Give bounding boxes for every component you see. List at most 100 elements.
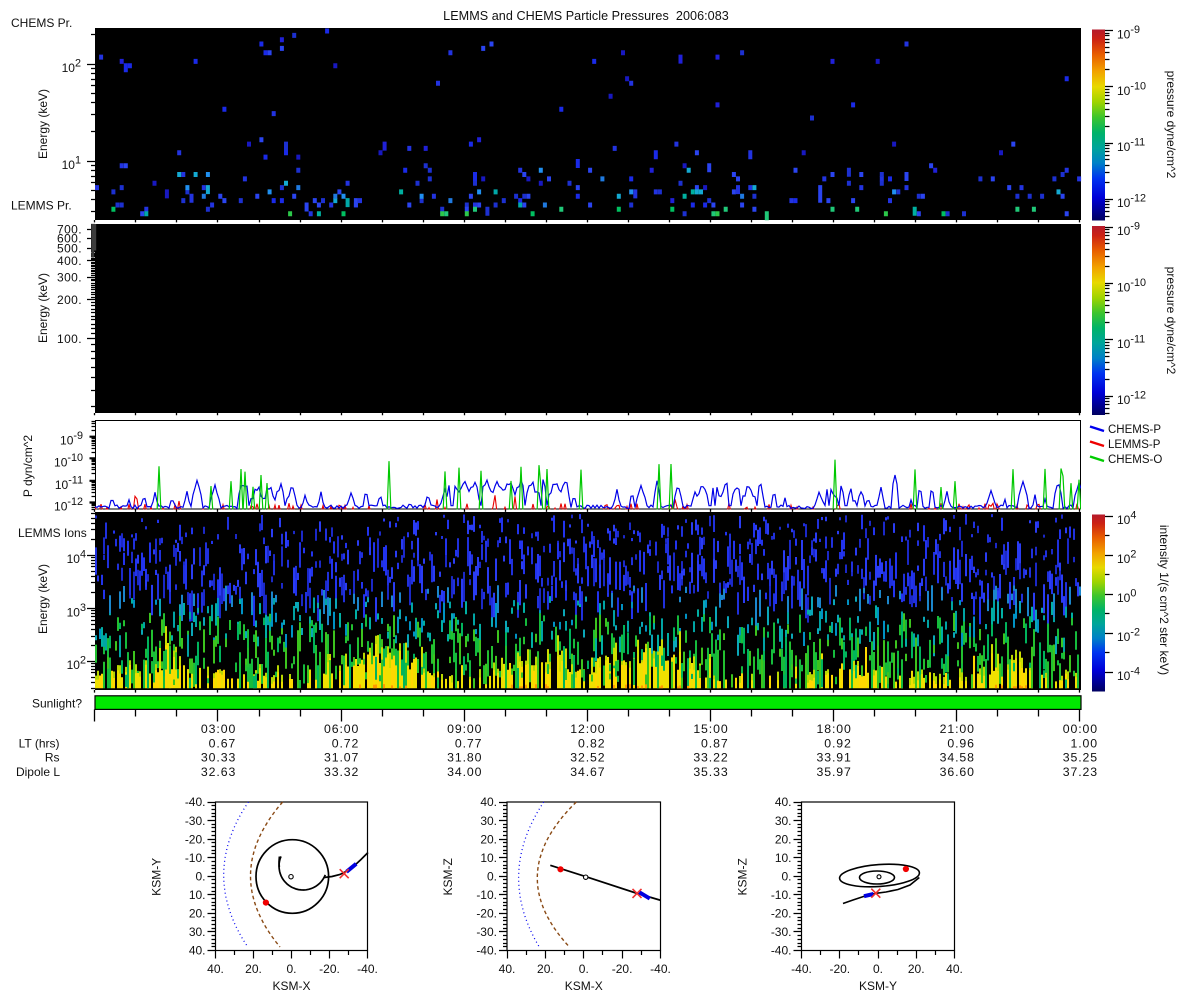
svg-text:15:00: 15:00	[693, 722, 728, 736]
svg-text:10-11: 10-11	[1117, 333, 1145, 351]
svg-text:-40.: -40.	[650, 962, 671, 976]
svg-text:KSM-X: KSM-X	[272, 979, 310, 993]
svg-text:40.: 40.	[775, 795, 792, 809]
svg-text:20.: 20.	[908, 962, 925, 976]
svg-text:-40.: -40.	[771, 944, 792, 958]
svg-text:Sunlight?: Sunlight?	[32, 697, 82, 711]
svg-text:10-12: 10-12	[1117, 193, 1146, 211]
svg-text:-20.: -20.	[829, 962, 850, 976]
svg-text:34.58: 34.58	[940, 751, 975, 765]
svg-text:30.: 30.	[775, 814, 792, 828]
svg-text:400.: 400.	[57, 254, 82, 268]
svg-text:0.: 0.	[286, 962, 296, 976]
svg-text:31.07: 31.07	[324, 751, 359, 765]
svg-text:30.33: 30.33	[201, 751, 236, 765]
svg-text:1.00: 1.00	[1070, 736, 1098, 750]
svg-text:103: 103	[67, 602, 86, 620]
svg-text:200.: 200.	[57, 293, 82, 307]
svg-text:-30.: -30.	[476, 925, 497, 939]
svg-text:40.: 40.	[946, 962, 963, 976]
svg-text:00:00: 00:00	[1063, 722, 1098, 736]
svg-text:10-10: 10-10	[54, 452, 83, 470]
svg-text:-40.: -40.	[185, 795, 206, 809]
svg-text:10-9: 10-9	[1117, 24, 1140, 42]
svg-text:35.97: 35.97	[817, 765, 852, 779]
svg-text:10.: 10.	[775, 851, 792, 865]
svg-text:LEMMS Pr.: LEMMS Pr.	[11, 199, 72, 213]
svg-text:06:00: 06:00	[324, 722, 359, 736]
svg-text:0.87: 0.87	[701, 736, 729, 750]
svg-text:KSM-Z: KSM-Z	[441, 858, 455, 895]
svg-text:0.: 0.	[579, 962, 589, 976]
svg-text:21:00: 21:00	[940, 722, 975, 736]
svg-text:KSM-Y: KSM-Y	[150, 858, 164, 896]
svg-text:KSM-Z: KSM-Z	[736, 858, 750, 895]
svg-text:100: 100	[1117, 588, 1136, 606]
svg-text:10-10: 10-10	[1117, 277, 1146, 295]
svg-text:-20.: -20.	[612, 962, 633, 976]
svg-text:10.: 10.	[189, 888, 206, 902]
svg-text:104: 104	[1117, 510, 1136, 528]
svg-text:-10.: -10.	[476, 888, 497, 902]
svg-text:10-10: 10-10	[1117, 80, 1146, 98]
svg-text:40.: 40.	[207, 962, 224, 976]
svg-text:KSM-X: KSM-X	[565, 979, 603, 993]
svg-text:18:00: 18:00	[817, 722, 852, 736]
svg-text:-10.: -10.	[771, 888, 792, 902]
svg-text:20.: 20.	[245, 962, 262, 976]
svg-text:100.: 100.	[57, 332, 82, 346]
svg-text:10-12: 10-12	[54, 496, 83, 514]
svg-text:09:00: 09:00	[447, 722, 482, 736]
svg-text:31.80: 31.80	[447, 751, 482, 765]
svg-text:12:00: 12:00	[570, 722, 605, 736]
svg-text:10-12: 10-12	[1117, 390, 1146, 408]
svg-text:pressure dyne/cm^2: pressure dyne/cm^2	[1164, 267, 1178, 375]
svg-text:34.00: 34.00	[447, 765, 482, 779]
svg-text:LEMMS and CHEMS Particle Press: LEMMS and CHEMS Particle Pressures 2006:…	[443, 9, 729, 23]
svg-text:102: 102	[62, 57, 81, 75]
svg-text:-10.: -10.	[185, 851, 206, 865]
svg-text:20.: 20.	[189, 907, 206, 921]
svg-text:30.: 30.	[189, 925, 206, 939]
svg-text:Energy (keV): Energy (keV)	[36, 273, 50, 343]
svg-text:300.: 300.	[57, 270, 82, 284]
svg-text:10-9: 10-9	[1117, 221, 1140, 239]
svg-text:Rs: Rs	[45, 751, 60, 765]
svg-text:10-11: 10-11	[1117, 137, 1145, 155]
svg-text:Energy (keV): Energy (keV)	[36, 89, 50, 159]
svg-text:0.82: 0.82	[578, 736, 606, 750]
svg-text:33.32: 33.32	[324, 765, 359, 779]
svg-text:35.33: 35.33	[693, 765, 728, 779]
svg-text:40.: 40.	[480, 795, 497, 809]
svg-text:-40.: -40.	[476, 944, 497, 958]
svg-text:10.: 10.	[480, 851, 497, 865]
svg-text:20.: 20.	[480, 832, 497, 846]
svg-text:CHEMS Pr.: CHEMS Pr.	[11, 16, 72, 30]
svg-text:P dyn/cm^2: P dyn/cm^2	[21, 435, 35, 497]
svg-text:10-4: 10-4	[1117, 666, 1140, 684]
svg-text:104: 104	[67, 549, 86, 567]
svg-text:35.25: 35.25	[1063, 751, 1098, 765]
svg-text:LEMMS-P: LEMMS-P	[1108, 439, 1161, 451]
svg-text:KSM-Y: KSM-Y	[859, 979, 897, 993]
svg-text:0.: 0.	[781, 870, 791, 884]
svg-text:-20.: -20.	[185, 832, 206, 846]
svg-text:-30.: -30.	[185, 814, 206, 828]
svg-text:36.60: 36.60	[940, 765, 975, 779]
svg-text:30.: 30.	[480, 814, 497, 828]
svg-text:34.67: 34.67	[570, 765, 605, 779]
svg-text:0.77: 0.77	[455, 736, 483, 750]
svg-text:LEMMS Ions: LEMMS Ions	[18, 526, 87, 540]
svg-text:0.67: 0.67	[209, 736, 237, 750]
svg-text:33.91: 33.91	[817, 751, 852, 765]
svg-text:pressure dyne/cm^2: pressure dyne/cm^2	[1164, 71, 1178, 179]
svg-text:101: 101	[62, 154, 81, 172]
svg-text:Energy (keV): Energy (keV)	[36, 564, 50, 634]
svg-text:102: 102	[67, 655, 86, 673]
svg-text:102: 102	[1117, 549, 1136, 567]
svg-text:37.23: 37.23	[1063, 765, 1098, 779]
svg-text:0.92: 0.92	[824, 736, 852, 750]
svg-text:-40.: -40.	[791, 962, 812, 976]
svg-text:CHEMS-P: CHEMS-P	[1108, 424, 1161, 436]
svg-text:0.: 0.	[487, 870, 497, 884]
